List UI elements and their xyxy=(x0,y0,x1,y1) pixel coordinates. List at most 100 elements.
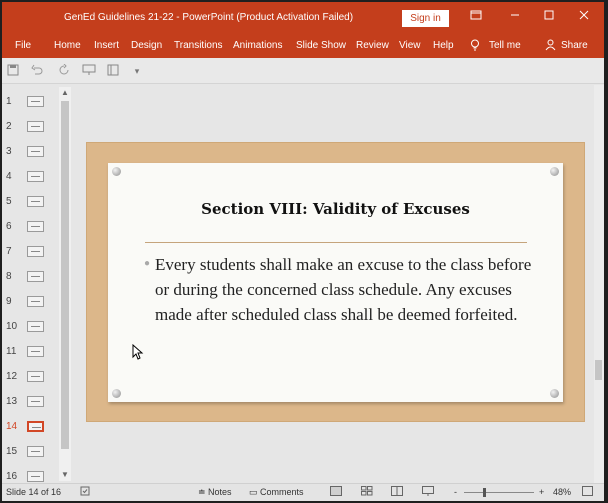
slide-thumbnail[interactable]: 13 xyxy=(2,390,62,415)
thumbnail-image xyxy=(27,321,44,332)
title-divider xyxy=(145,242,527,243)
slide-thumbnail[interactable]: 15 xyxy=(2,440,62,465)
thumbnails-scrollbar[interactable]: ▲ ▼ xyxy=(59,87,71,481)
thumbnail-number: 7 xyxy=(6,246,12,257)
zoom-out-button[interactable]: - xyxy=(454,487,457,497)
thumbnail-number: 11 xyxy=(6,346,17,357)
slide-thumbnail[interactable]: 10 xyxy=(2,315,62,340)
lightbulb-icon[interactable] xyxy=(470,39,480,54)
normal-view-icon[interactable] xyxy=(330,486,342,498)
present-icon[interactable] xyxy=(82,64,96,78)
slide-thumbnail[interactable]: 9 xyxy=(2,290,62,315)
share-button[interactable]: Share xyxy=(561,40,588,51)
slide-canvas[interactable]: Section VIII: Validity of Excuses ● Ever… xyxy=(87,143,584,421)
slide-thumbnail[interactable]: 5 xyxy=(2,190,62,215)
mouse-cursor-icon xyxy=(132,344,144,360)
tab-design[interactable]: Design xyxy=(131,40,162,51)
scroll-down-icon[interactable]: ▼ xyxy=(59,469,71,481)
customize-icon[interactable]: ▾ xyxy=(130,64,144,78)
tab-file[interactable]: File xyxy=(15,40,31,51)
zoom-slider[interactable] xyxy=(464,492,534,493)
thumbnail-number: 5 xyxy=(6,196,12,207)
maximize-icon[interactable] xyxy=(541,9,557,25)
paper-board: Section VIII: Validity of Excuses ● Ever… xyxy=(108,163,563,402)
slideshow-view-icon[interactable] xyxy=(422,486,434,498)
save-icon[interactable] xyxy=(6,64,20,78)
slide-thumbnail[interactable]: 1 xyxy=(2,90,62,115)
layout-icon[interactable] xyxy=(106,64,120,78)
zoom-slider-handle[interactable] xyxy=(483,488,486,497)
zoom-level[interactable]: 48% xyxy=(553,487,571,497)
thumbnail-image xyxy=(27,221,44,232)
undo-icon[interactable] xyxy=(30,64,44,78)
tab-review[interactable]: Review xyxy=(356,40,389,51)
pin-icon xyxy=(550,167,559,176)
comments-icon[interactable]: ▭ xyxy=(249,487,258,498)
thumbnail-number: 2 xyxy=(6,121,12,132)
ribbon-tabs: File Home Insert Design Transitions Anim… xyxy=(2,34,604,58)
reading-view-icon[interactable] xyxy=(391,486,403,498)
comments-button[interactable]: Comments xyxy=(260,487,304,497)
slide-thumbnail[interactable]: 7 xyxy=(2,240,62,265)
slide-thumbnail[interactable]: 6 xyxy=(2,215,62,240)
person-icon[interactable] xyxy=(545,39,556,54)
slide-thumbnail[interactable]: 11 xyxy=(2,340,62,365)
thumbnail-number: 13 xyxy=(6,396,18,407)
slide-thumbnail-active[interactable]: 14 xyxy=(2,415,62,440)
thumbnail-number: 4 xyxy=(6,171,12,182)
scroll-up-icon[interactable]: ▲ xyxy=(59,87,71,99)
slide-body-text[interactable]: Every students shall make an excuse to t… xyxy=(155,252,535,327)
thumbnail-image xyxy=(27,271,44,282)
tab-insert[interactable]: Insert xyxy=(94,40,119,51)
slide-editing-area: Section VIII: Validity of Excuses ● Ever… xyxy=(75,85,604,483)
ribbon-display-options-icon[interactable] xyxy=(468,9,484,25)
slide-thumbnail[interactable]: 3 xyxy=(2,140,62,165)
thumbnail-image xyxy=(27,196,44,207)
tab-help[interactable]: Help xyxy=(433,40,454,51)
minimize-icon[interactable] xyxy=(507,9,523,25)
pin-icon xyxy=(112,167,121,176)
zoom-in-button[interactable]: + xyxy=(539,487,544,497)
thumbnail-number: 1 xyxy=(6,96,12,107)
pin-icon xyxy=(550,389,559,398)
slide-title[interactable]: Section VIII: Validity of Excuses xyxy=(108,200,563,218)
slide-thumbnail[interactable]: 2 xyxy=(2,115,62,140)
thumbnail-image xyxy=(27,446,44,457)
thumbnail-number: 14 xyxy=(6,421,18,432)
tab-view[interactable]: View xyxy=(399,40,421,51)
thumbnail-image xyxy=(27,96,44,107)
thumbnail-image xyxy=(27,371,44,382)
tab-animations[interactable]: Animations xyxy=(233,40,282,51)
bullet-icon: ● xyxy=(144,258,151,269)
tab-home[interactable]: Home xyxy=(54,40,81,51)
thumbnail-number: 8 xyxy=(6,271,12,282)
scrollbar-thumb[interactable] xyxy=(595,360,602,380)
pin-icon xyxy=(112,389,121,398)
thumbnail-image xyxy=(27,246,44,257)
thumbnail-image xyxy=(27,171,44,182)
thumbnail-image xyxy=(27,346,44,357)
redo-icon[interactable] xyxy=(57,63,71,78)
thumbnail-number: 3 xyxy=(6,146,12,157)
slide-sorter-icon[interactable] xyxy=(361,486,373,498)
close-icon[interactable] xyxy=(576,9,592,25)
scrollbar-thumb[interactable] xyxy=(61,101,69,449)
slide-counter: Slide 14 of 16 xyxy=(6,487,62,497)
notes-button[interactable]: Notes xyxy=(208,487,232,497)
thumbnail-image xyxy=(27,146,44,157)
editing-scrollbar[interactable] xyxy=(594,85,604,483)
fit-to-window-icon[interactable] xyxy=(582,486,593,498)
slide-thumbnail[interactable]: 4 xyxy=(2,165,62,190)
slide-thumbnail[interactable]: 8 xyxy=(2,265,62,290)
thumbnail-number: 12 xyxy=(6,371,18,382)
slide-thumbnail[interactable]: 12 xyxy=(2,365,62,390)
accessibility-icon[interactable] xyxy=(80,486,90,498)
sign-in-button[interactable]: Sign in xyxy=(402,10,449,27)
notes-icon[interactable]: ≐ xyxy=(198,487,206,498)
tab-slide-show[interactable]: Slide Show xyxy=(296,40,346,51)
slide-thumbnails-pane: 1 2 3 4 5 6 7 8 9 10 11 12 13 14 15 16 ▲… xyxy=(2,85,74,483)
thumbnail-image xyxy=(27,296,44,307)
tab-transitions[interactable]: Transitions xyxy=(174,40,223,51)
thumbnail-image xyxy=(27,396,44,407)
tell-me-search[interactable]: Tell me xyxy=(489,40,521,51)
